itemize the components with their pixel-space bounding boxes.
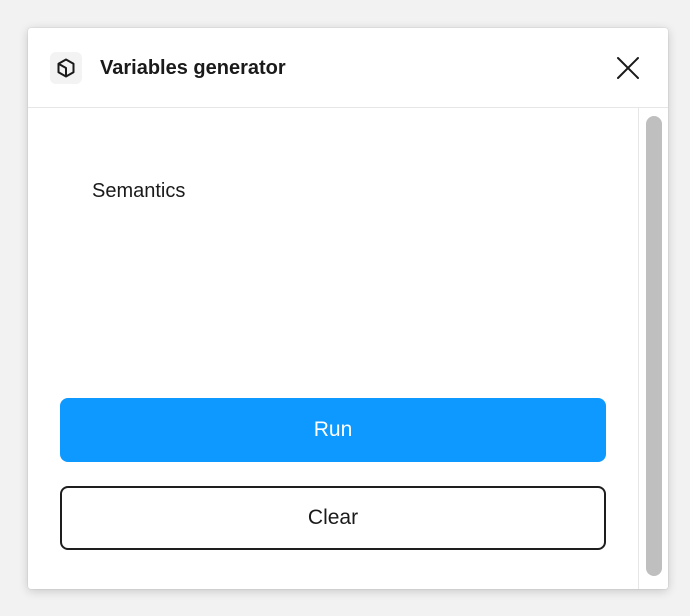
clear-button[interactable]: Clear: [60, 486, 606, 550]
title-bar: Variables generator: [28, 28, 668, 108]
scrollbar-thumb[interactable]: [646, 116, 662, 576]
close-button[interactable]: [612, 52, 644, 84]
close-icon: [617, 57, 639, 79]
plugin-cube-icon: [50, 52, 82, 84]
scrollbar-track[interactable]: [638, 108, 668, 589]
plugin-content: Semantics Run Clear: [28, 108, 638, 589]
section-label-semantics: Semantics: [92, 180, 186, 202]
plugin-window: Variables generator Semantics Run Clear: [28, 28, 668, 589]
window-title: Variables generator: [100, 57, 286, 79]
run-button[interactable]: Run: [60, 398, 606, 462]
